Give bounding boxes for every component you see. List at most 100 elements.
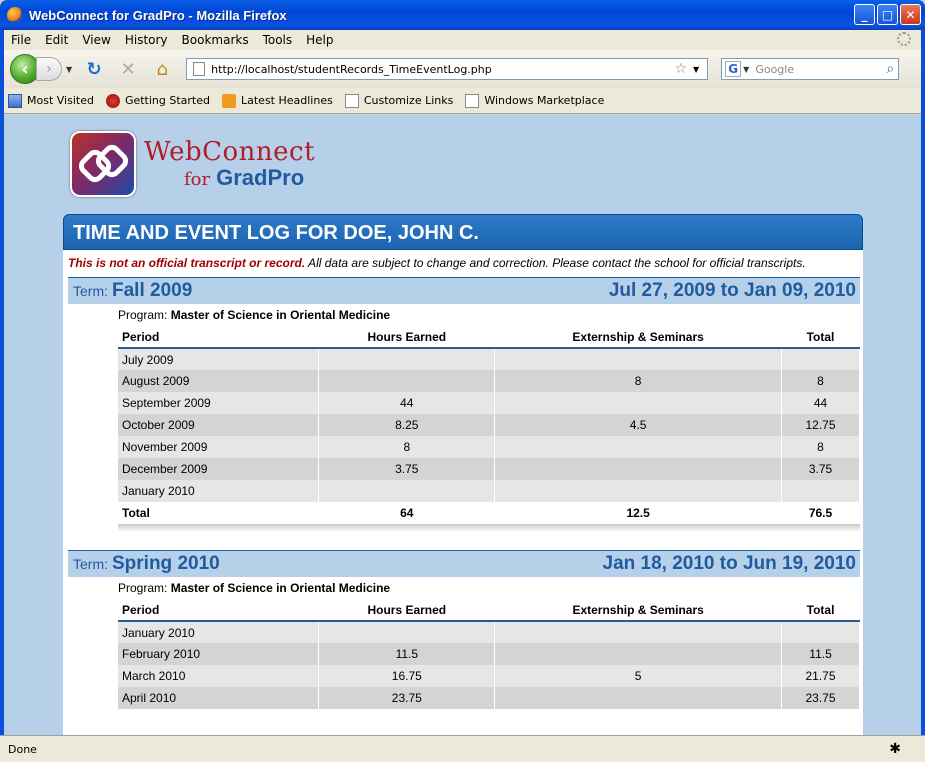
search-engine-dropdown-icon[interactable]: ▼ [743, 65, 749, 74]
menu-view[interactable]: View [75, 33, 117, 47]
total-hours: 64 [318, 502, 495, 524]
menu-bar: File Edit View History Bookmarks Tools H… [4, 30, 921, 50]
cell-total: 44 [781, 392, 860, 414]
cell-hours [318, 370, 496, 392]
table-row: August 2009 8 8 [118, 370, 860, 392]
google-icon[interactable]: G [725, 61, 742, 77]
window-frame-right [921, 30, 925, 735]
minimize-button[interactable]: _ [854, 4, 875, 25]
program-line: Program: Master of Science in Oriental M… [118, 308, 391, 322]
menu-history[interactable]: History [118, 33, 175, 47]
cell-total [781, 348, 860, 370]
table-row: February 2010 11.5 11.5 [118, 643, 860, 665]
cell-period: July 2009 [118, 348, 320, 370]
cell-extern: 4.5 [494, 414, 783, 436]
firebug-icon[interactable]: ✱ [889, 741, 901, 757]
cell-extern [494, 392, 783, 414]
table-row: November 2009 8 8 [118, 436, 860, 458]
home-icon[interactable]: ⌂ [150, 57, 174, 81]
col-hours: Hours Earned [318, 326, 495, 349]
page-title: TIME AND EVENT LOG FOR DOE, JOHN C. [63, 214, 863, 250]
bookmark-most-visited[interactable]: Most Visited [8, 93, 94, 108]
menu-edit[interactable]: Edit [38, 33, 75, 47]
menu-help[interactable]: Help [299, 33, 340, 47]
cell-total: 12.75 [781, 414, 860, 436]
cell-extern [494, 458, 783, 480]
disclaimer: This is not an official transcript or re… [68, 256, 806, 270]
forward-button[interactable]: › [36, 57, 62, 81]
bookmark-getting-started[interactable]: Getting Started [105, 93, 210, 108]
webconnect-logo-icon [70, 131, 136, 197]
search-bar[interactable]: G ▼ Google ⌕ [721, 58, 900, 80]
page-icon [465, 93, 480, 108]
cell-hours: 11.5 [318, 643, 496, 665]
cell-total: 8 [781, 436, 860, 458]
reload-icon[interactable]: ↻ [82, 57, 106, 81]
stop-icon[interactable]: ✕ [116, 57, 140, 81]
table-row: March 2010 16.75 5 21.75 [118, 665, 860, 687]
total-total: 76.5 [781, 502, 860, 524]
total-extern: 12.5 [494, 502, 782, 524]
cell-period: February 2010 [118, 643, 320, 665]
cell-period: March 2010 [118, 665, 320, 687]
search-input[interactable]: Google [755, 63, 886, 76]
cell-extern [494, 348, 783, 370]
history-dropdown-icon[interactable]: ▼ [66, 65, 72, 74]
navigation-toolbar: ‹ › ▼ ↻ ✕ ⌂ http://localhost/studentReco… [4, 50, 921, 88]
term-header: Term: Fall 2009 Jul 27, 2009 to Jan 09, 2… [68, 277, 860, 304]
term-dates: Jul 27, 2009 to Jan 09, 2010 [608, 280, 856, 301]
cell-hours: 16.75 [318, 665, 496, 687]
bookmarks-toolbar: Most Visited Getting Started Latest Head… [4, 88, 921, 114]
bookmark-windows-marketplace[interactable]: Windows Marketplace [465, 93, 604, 108]
menu-bookmarks[interactable]: Bookmarks [175, 33, 256, 47]
term-name: Fall 2009 [112, 280, 193, 301]
table-row: January 2010 [118, 480, 860, 502]
url-dropdown-icon[interactable]: ▼ [693, 65, 699, 74]
bookmark-customize-links[interactable]: Customize Links [344, 93, 453, 108]
page-icon [193, 62, 206, 76]
cell-period: November 2009 [118, 436, 320, 458]
cell-hours [318, 621, 496, 643]
col-period: Period [118, 326, 319, 349]
menu-tools[interactable]: Tools [256, 33, 300, 47]
cell-total [781, 621, 860, 643]
status-text: Done [8, 742, 37, 756]
cell-total: 11.5 [781, 643, 860, 665]
search-icon[interactable]: ⌕ [886, 61, 894, 77]
getting-started-icon [105, 93, 120, 108]
menu-file[interactable]: File [4, 33, 38, 47]
throbber-icon [897, 32, 911, 46]
cell-total: 3.75 [781, 458, 860, 480]
window-titlebar: WebConnect for GradPro - Mozilla Firefox… [0, 0, 925, 30]
cell-period: January 2010 [118, 621, 320, 643]
cell-extern [494, 687, 783, 709]
bookmark-star-icon[interactable]: ☆ [674, 61, 687, 77]
table-row: October 2009 8.25 4.5 12.75 [118, 414, 860, 436]
cell-hours [318, 348, 496, 370]
cell-extern [494, 621, 783, 643]
term-header: Term: Spring 2010 Jan 18, 2010 to Jun 19,… [68, 550, 860, 577]
col-hours: Hours Earned [318, 599, 495, 622]
url-bar[interactable]: http://localhost/studentRecords_TimeEven… [186, 58, 709, 80]
maximize-button[interactable]: □ [877, 4, 898, 25]
brand-subtitle: for GradPro [184, 165, 305, 190]
cell-extern [494, 436, 783, 458]
table-row: December 2009 3.75 3.75 [118, 458, 860, 480]
col-period: Period [118, 599, 319, 622]
term-name: Spring 2010 [112, 553, 220, 574]
most-visited-icon [8, 93, 22, 108]
term-dates: Jan 18, 2010 to Jun 19, 2010 [602, 553, 857, 574]
url-text[interactable]: http://localhost/studentRecords_TimeEven… [211, 63, 674, 76]
bookmark-latest-headlines[interactable]: Latest Headlines [222, 93, 333, 108]
table-footer-shadow [118, 524, 860, 532]
col-extern: Externship & Seminars [494, 599, 782, 622]
close-button[interactable]: ✕ [900, 4, 921, 25]
totals-row: Total 64 12.5 76.5 [118, 502, 860, 524]
cell-total: 8 [781, 370, 860, 392]
rss-icon [222, 93, 236, 108]
cell-period: April 2010 [118, 687, 320, 709]
cell-period: December 2009 [118, 458, 320, 480]
hours-table: Period Hours Earned Externship & Seminar… [118, 326, 860, 524]
log-panel: TIME AND EVENT LOG FOR DOE, JOHN C. This… [63, 214, 863, 735]
cell-extern [494, 480, 783, 502]
